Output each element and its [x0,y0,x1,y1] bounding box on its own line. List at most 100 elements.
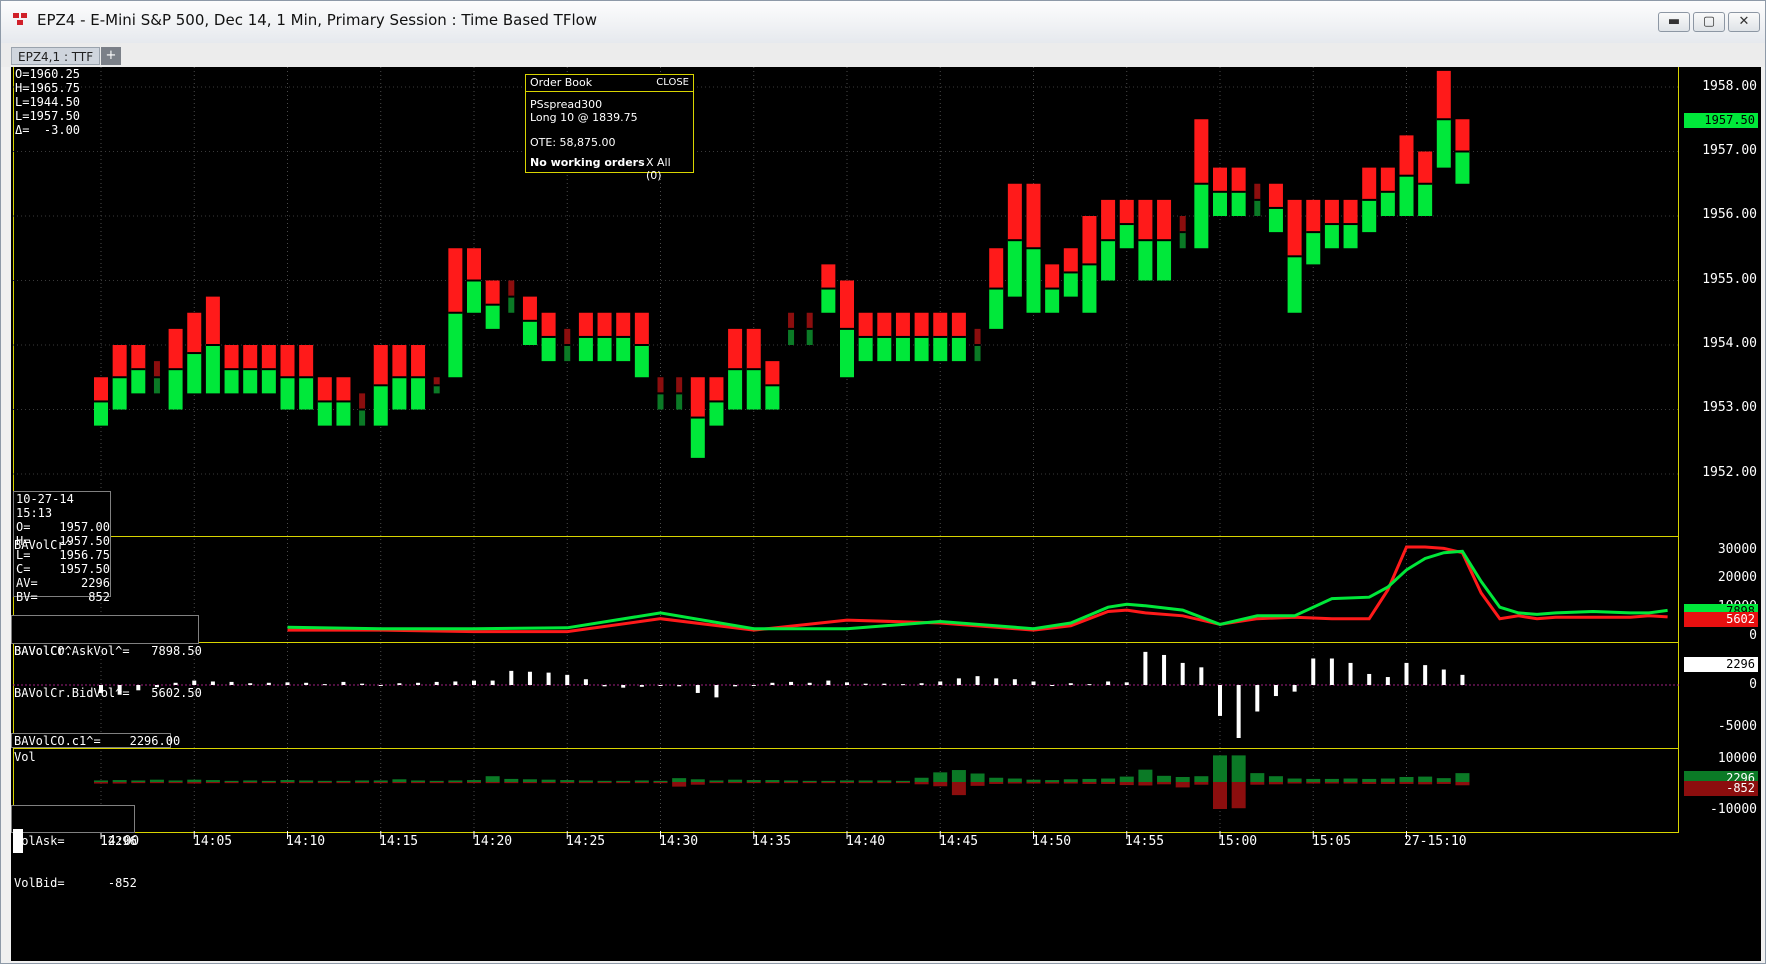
price-bar-bid-segment [1045,288,1060,313]
price-bar-bid-segment [299,377,314,410]
title-bar[interactable]: EPZ4 - E-Mini S&P 500, Dec 14, 1 Min, Pr… [1,1,1765,43]
vol-ask-bar [1287,778,1302,782]
order-book-close-button[interactable]: CLOSE [656,75,689,91]
price-bar-ask-segment [1362,167,1377,200]
vol-bid-bar [205,782,220,784]
tab-epz4[interactable]: EPZ4,1 : TTF [11,47,101,65]
bavolco-bar [1031,681,1036,685]
price-bar-bid-segment [578,336,593,362]
vol-ask-bar [1362,778,1377,782]
cancel-all-button[interactable]: X All (0) [646,156,689,182]
bavolco-bar [434,681,439,685]
add-tab-button[interactable]: + [101,47,121,65]
vol-bid-bar [970,782,985,786]
bavolcr-title: BAVolCr^ [14,538,72,552]
price-bar-ask-segment [153,361,160,378]
bavolco-bar [845,682,849,685]
price-bar-close-mark [1026,247,1041,250]
price-bar-bid-segment [1119,224,1134,249]
order-book-position: Long 10 @ 1839.75 [530,111,638,124]
x-tick-label: 14:45 [939,834,979,849]
vol-bid-bar [933,782,948,787]
vol-ask-bar [1213,755,1227,782]
price-bar-ask-segment [616,312,631,337]
price-bar-ask-segment [765,361,780,386]
price-bar-bid-segment [690,417,705,458]
price-bar-close-mark [1455,150,1470,153]
vol-bid-bar [877,782,892,784]
vol-bid-bar [485,782,500,784]
vol-ask-bar [1250,773,1265,782]
app-logo-icon [13,13,29,27]
price-bar-bid-segment [1231,191,1246,216]
price-bar-ask-segment [709,377,724,402]
x-tick-label: 14:15 [379,834,419,849]
vol-ask-bar [1175,776,1190,782]
horizontal-scroll-handle[interactable] [13,829,23,853]
price-bar-close-mark [187,352,202,355]
price-bar-ask-segment [1399,135,1414,176]
vol-bid-bar [112,782,127,784]
vol-ask-bar [1101,778,1116,782]
vol-bid-bar [728,782,743,784]
price-bar-close-mark [392,376,407,379]
close-button[interactable]: ✕ [1728,12,1760,32]
bavolco-bar [527,671,532,685]
vol-bid-bar [802,782,817,784]
vol-ask-bar [802,780,817,782]
vol-ask-bar [187,779,202,782]
bavolco-bar [1106,681,1111,685]
vol-bid-bar [1007,782,1022,784]
vol-bid-bar [149,782,164,784]
vol-bid-bar [224,782,239,784]
vol-bid-bar [1324,782,1339,784]
vol-bid-bar [355,782,370,784]
price-bar-bid-segment [564,345,571,362]
price-bar-close-mark [131,368,146,371]
bavolco-bar [1311,658,1316,685]
cursor-ask-volume: AV= 2296 [16,576,110,590]
price-bar-close-mark [564,344,571,346]
order-book-panel[interactable]: Order Book CLOSE PSspread300 Long 10 @ 1… [525,74,694,182]
vol-bid-bar [1418,782,1433,785]
vol-bid-bar [1436,782,1451,784]
chart-area[interactable]: O=1960.25 H=1965.75 L=1944.50 L=1957.50 … [11,67,1761,961]
maximize-button[interactable]: ▢ [1693,12,1725,32]
price-bar-ask-segment [187,312,202,354]
bavolco-tick: -5000 [1717,719,1757,734]
price-bar-ask-segment [676,377,683,394]
price-bar-ask-segment [522,296,537,321]
vol-ask-bar [112,780,127,782]
ohlc-low: L=1944.50 [15,95,81,109]
bavolco-bar [490,680,495,685]
vol-ask-bar [597,780,612,782]
vol-ask-bar [392,779,407,782]
vol-bid-bar [1250,782,1265,785]
bavolco-bar [322,684,327,686]
vol-bid-bar [1399,782,1414,784]
vol-bid-bar [243,782,258,784]
price-bar-bid-segment [657,393,664,410]
vol-ask-bar [522,779,537,782]
bavolco-bar [1329,658,1334,685]
price-bar-bid-segment [261,369,276,394]
price-bar-close-mark [541,335,556,338]
vol-bid-bar [1101,782,1116,784]
bavolco-bar [472,680,476,685]
minimize-button[interactable]: ▬ [1658,12,1690,32]
vol-ask-bar [205,780,220,782]
price-bar-bid-segment [131,369,146,394]
price-bar-ask-segment [1082,216,1097,265]
vol-ask-bar [653,780,668,782]
price-bar-bid-segment [280,377,295,410]
vol-ask-bar [299,780,314,782]
price-bar-close-mark [1231,190,1246,193]
bavolco-bar [826,680,831,685]
vol-ask-bar [1157,775,1172,782]
price-bar-bid-segment [1254,199,1261,216]
bavolco-bar [583,679,588,685]
price-bar-close-mark [1380,190,1395,193]
vol-ask-bar [1418,776,1433,782]
price-bar-close-mark [243,368,258,371]
vol-bid-bar [187,782,202,784]
